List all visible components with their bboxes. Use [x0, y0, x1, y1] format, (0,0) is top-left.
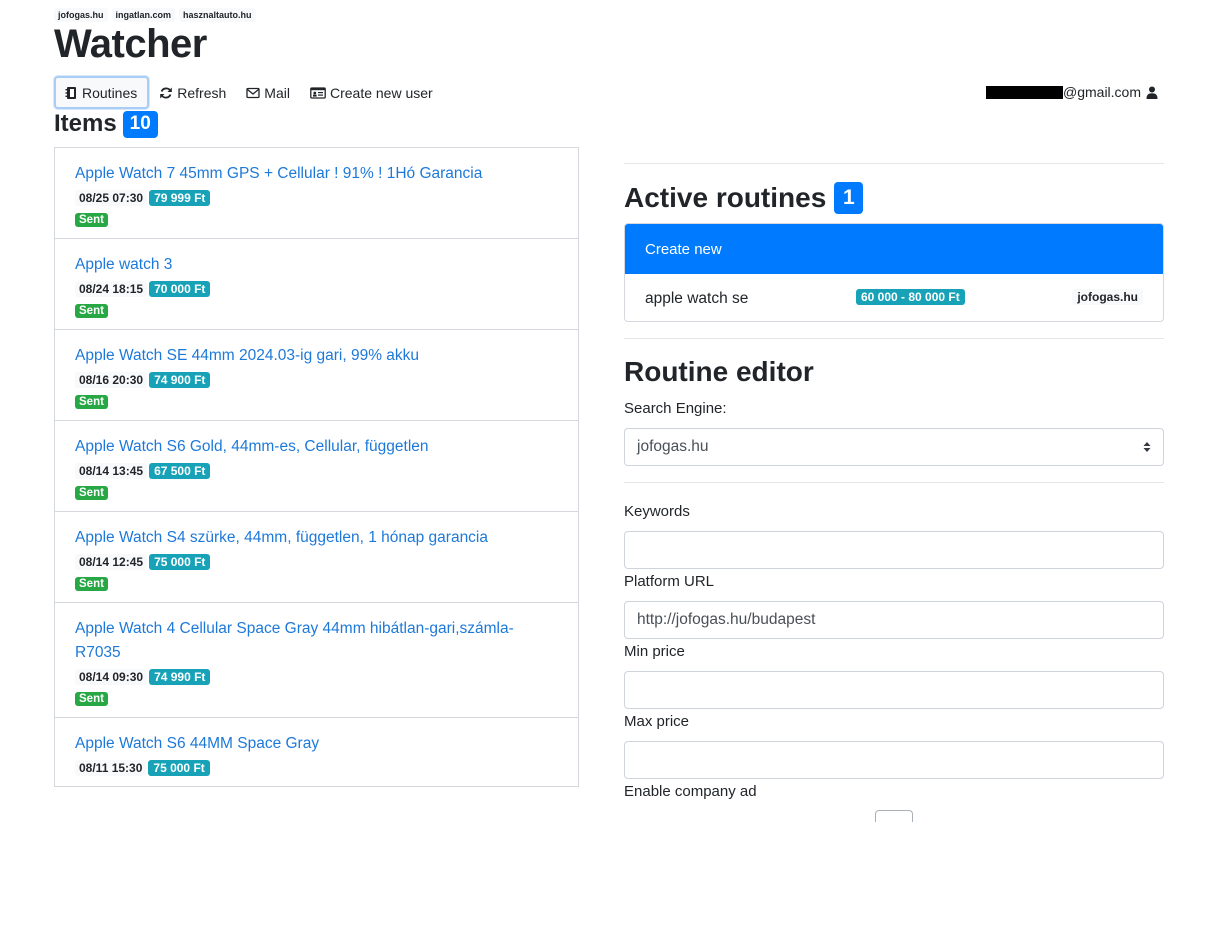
- keywords-input[interactable]: [624, 531, 1164, 569]
- nav-create-user-button[interactable]: Create new user: [302, 76, 443, 109]
- max-price-input[interactable]: [624, 741, 1164, 779]
- item-meta: 08/25 07:30 79 999 Ft: [75, 190, 558, 206]
- item-meta: 08/14 12:45 75 000 Ft: [75, 554, 558, 570]
- list-item: Apple Watch SE 44mm 2024.03-ig gari, 99%…: [54, 329, 579, 421]
- item-date-badge: 08/11 15:30: [75, 760, 147, 776]
- routine-engine-badge: jofogas.hu: [1072, 289, 1143, 305]
- routine-editor-title: Routine editor: [624, 356, 814, 387]
- nav-routines-label: Routines: [82, 84, 138, 101]
- main-nav: Routines Refresh Mail Create new user: [54, 76, 445, 109]
- refresh-icon: [160, 87, 173, 98]
- create-new-routine-button[interactable]: Create new: [625, 224, 1163, 274]
- item-status-badge: Sent: [75, 213, 108, 227]
- divider: [624, 338, 1164, 339]
- nav-routines-button[interactable]: Routines: [54, 76, 150, 109]
- item-meta: 08/24 18:15 70 000 Ft: [75, 281, 558, 297]
- company-ad-label: Enable company ad: [624, 783, 757, 800]
- item-date-badge: 08/14 09:30: [75, 669, 148, 685]
- notebook-icon: [65, 86, 76, 99]
- item-status-badge: Sent: [75, 395, 108, 409]
- item-status-badge: Sent: [75, 692, 108, 706]
- items-title: Items: [54, 110, 117, 137]
- active-routines-title: Active routines: [624, 182, 827, 213]
- item-date-badge: 08/25 07:30: [75, 190, 148, 206]
- item-meta: 08/14 09:30 74 990 Ft: [75, 669, 558, 685]
- item-price-badge: 75 000 Ft: [149, 554, 211, 570]
- item-price-badge: 75 000 Ft: [148, 760, 210, 776]
- item-title-link[interactable]: Apple Watch S6 Gold, 44mm-es, Cellular, …: [75, 435, 558, 459]
- item-meta: 08/16 20:30 74 900 Ft: [75, 372, 558, 388]
- company-ad-toggle[interactable]: [875, 810, 913, 822]
- site-badge-jofogas[interactable]: jofogas.hu: [54, 8, 108, 22]
- item-title-link[interactable]: Apple Watch 7 45mm GPS + Cellular ! 91% …: [75, 162, 558, 186]
- item-date-badge: 08/14 12:45: [75, 554, 148, 570]
- keywords-label: Keywords: [624, 503, 690, 520]
- active-routines-heading: Active routines 1: [624, 182, 864, 214]
- item-price-badge: 67 500 Ft: [149, 463, 211, 479]
- search-engine-select[interactable]: jofogas.hu: [624, 428, 1164, 466]
- item-price-badge: 74 990 Ft: [149, 669, 211, 685]
- nav-refresh-label: Refresh: [177, 84, 227, 101]
- envelope-icon: [246, 87, 260, 98]
- id-card-icon: [310, 86, 326, 99]
- list-item: Apple Watch S4 szürke, 44mm, független, …: [54, 511, 579, 603]
- site-links: jofogas.hu ingatlan.com hasznaltauto.hu: [54, 8, 256, 22]
- items-list[interactable]: Apple Watch 7 45mm GPS + Cellular ! 91% …: [54, 147, 579, 822]
- routines-list: Create new apple watch se 60 000 - 80 00…: [624, 223, 1164, 322]
- search-engine-value: jofogas.hu: [637, 438, 709, 455]
- list-item: Apple Watch 7 45mm GPS + Cellular ! 91% …: [54, 147, 579, 239]
- item-date-badge: 08/14 13:45: [75, 463, 148, 479]
- user-icon: [1146, 86, 1158, 99]
- list-item: Apple Watch 4 Cellular Space Gray 44mm h…: [54, 602, 579, 718]
- platform-url-label: Platform URL: [624, 573, 715, 590]
- search-engine-label: Search Engine:: [624, 400, 727, 417]
- min-price-input[interactable]: [624, 671, 1164, 709]
- divider: [624, 163, 1164, 164]
- list-item: Apple Watch S6 Gold, 44mm-es, Cellular, …: [54, 420, 579, 512]
- item-title-link[interactable]: Apple watch 3: [75, 253, 558, 277]
- divider: [624, 482, 1164, 483]
- item-status-badge: Sent: [75, 486, 108, 500]
- max-price-label: Max price: [624, 713, 690, 730]
- items-count-badge: 10: [122, 110, 158, 138]
- active-routines-count-badge: 1: [834, 182, 864, 214]
- nav-create-user-label: Create new user: [329, 84, 433, 101]
- platform-url-input[interactable]: http://jofogas.hu/budapest: [624, 601, 1164, 639]
- item-price-badge: 70 000 Ft: [149, 281, 211, 297]
- site-badge-hasznaltauto[interactable]: hasznaltauto.hu: [179, 8, 256, 22]
- nav-mail-button[interactable]: Mail: [238, 76, 300, 109]
- item-meta: 08/11 15:30 75 000 Ft: [75, 760, 558, 776]
- list-item: Apple watch 3 08/24 18:15 70 000 Ft Sent: [54, 238, 579, 330]
- item-status-badge: Sent: [75, 304, 108, 318]
- item-meta: 08/14 13:45 67 500 Ft: [75, 463, 558, 479]
- nav-mail-label: Mail: [264, 84, 290, 101]
- items-heading: Items 10: [54, 110, 158, 138]
- app-title: Watcher: [54, 22, 207, 66]
- item-title-link[interactable]: Apple Watch S6 44MM Space Gray: [75, 732, 558, 756]
- site-badge-ingatlan[interactable]: ingatlan.com: [111, 8, 176, 22]
- item-price-badge: 79 999 Ft: [149, 190, 211, 206]
- item-title-link[interactable]: Apple Watch S4 szürke, 44mm, független, …: [75, 526, 558, 550]
- routine-keyword: apple watch se: [645, 289, 749, 307]
- select-arrows-icon: [1143, 442, 1151, 452]
- item-date-badge: 08/24 18:15: [75, 281, 148, 297]
- routine-price-range-badge: 60 000 - 80 000 Ft: [856, 289, 965, 305]
- item-date-badge: 08/16 20:30: [75, 372, 148, 388]
- user-email-domain: @gmail.com: [1063, 84, 1142, 100]
- item-title-link[interactable]: Apple Watch 4 Cellular Space Gray 44mm h…: [75, 617, 558, 665]
- item-price-badge: 74 900 Ft: [149, 372, 211, 388]
- redacted-email-name: [986, 85, 1063, 99]
- nav-refresh-button[interactable]: Refresh: [151, 76, 236, 109]
- item-status-badge: Sent: [75, 577, 108, 591]
- list-item: Apple Watch S6 44MM Space Gray 08/11 15:…: [54, 717, 579, 787]
- routine-item[interactable]: apple watch se 60 000 - 80 000 Ft jofoga…: [625, 274, 1163, 321]
- min-price-label: Min price: [624, 643, 685, 660]
- user-account[interactable]: @gmail.com: [986, 84, 1158, 100]
- item-title-link[interactable]: Apple Watch SE 44mm 2024.03-ig gari, 99%…: [75, 344, 558, 368]
